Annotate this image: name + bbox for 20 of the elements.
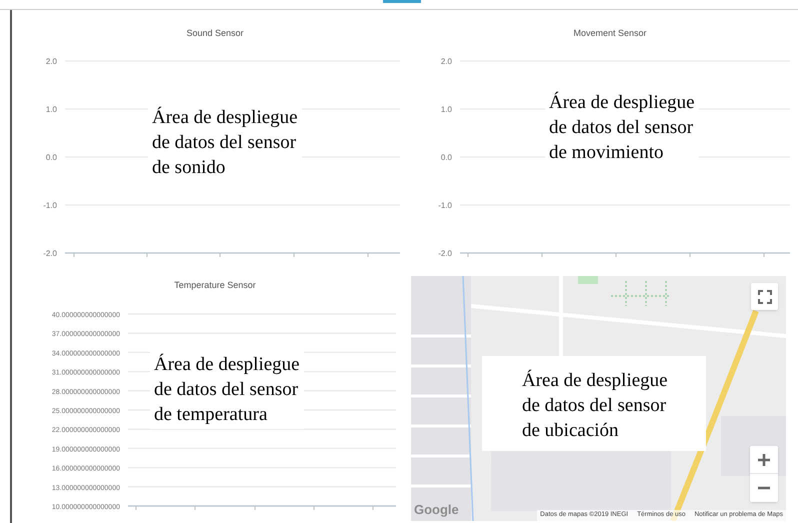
axis-tick-label: 0.0 bbox=[46, 153, 57, 162]
chart-title: Movement Sensor bbox=[573, 28, 647, 38]
map-logo: Google bbox=[414, 500, 459, 519]
chart-title: Sound Sensor bbox=[186, 28, 244, 38]
chart-title: Temperature Sensor bbox=[174, 280, 256, 290]
axis-tick-label: 1.0 bbox=[46, 105, 57, 114]
axis-tick-label: -2.0 bbox=[43, 249, 57, 258]
axis-tick-label: -2.0 bbox=[438, 249, 452, 258]
fullscreen-button[interactable] bbox=[751, 283, 778, 310]
annotation-text: Área de despliegue de datos del sensor de temperatura bbox=[150, 350, 304, 429]
plus-icon bbox=[757, 452, 771, 466]
tab-indicator bbox=[383, 0, 421, 3]
axis-tick-label: 1.0 bbox=[440, 105, 452, 114]
annotation-text: Área de despliegue de datos del sensor de ubicación bbox=[482, 356, 706, 451]
axis-tick-label: 2.0 bbox=[440, 57, 452, 66]
axis-tick-label: 0.0 bbox=[440, 153, 452, 162]
axis-tick-label: -1.0 bbox=[438, 201, 452, 210]
fullscreen-icon bbox=[758, 290, 772, 304]
axis-tick-label: 2.0 bbox=[46, 57, 57, 66]
axis-tick-label: -1.0 bbox=[43, 201, 57, 210]
